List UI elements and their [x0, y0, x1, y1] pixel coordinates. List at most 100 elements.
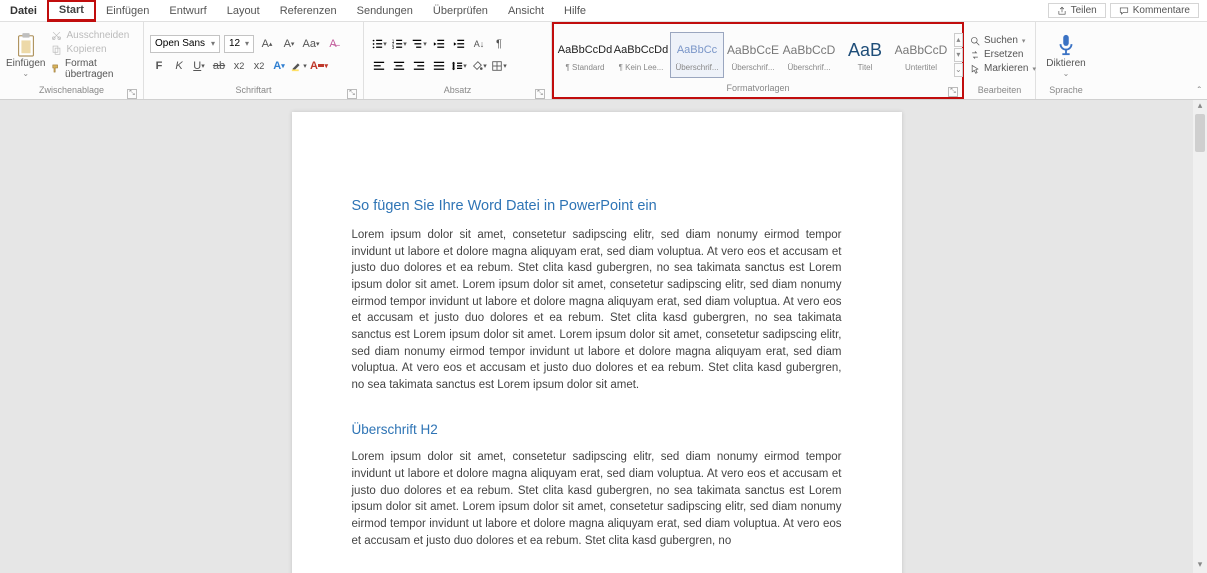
- align-justify-button[interactable]: [430, 57, 448, 75]
- font-launcher[interactable]: ⤡: [347, 89, 357, 99]
- group-editing: Suchen▾ Ersetzen Markieren▾ Bearbeiten: [964, 22, 1036, 99]
- borders-button[interactable]: ▾: [490, 57, 508, 75]
- scroll-up-button[interactable]: ▴: [1193, 100, 1207, 114]
- ribbon: Einfügen ⌄ Ausschneiden Kopieren Format …: [0, 22, 1207, 100]
- styles-scroll-up[interactable]: ▴: [954, 33, 963, 47]
- tab-layout[interactable]: Layout: [217, 0, 270, 22]
- style-preview: AaB: [848, 37, 882, 63]
- group-label-dictate: Sprache: [1049, 85, 1083, 95]
- cursor-icon: [970, 64, 980, 74]
- italic-button[interactable]: K: [170, 57, 188, 75]
- styles-expand[interactable]: ⌄: [954, 63, 963, 77]
- styles-scroll-down[interactable]: ▾: [954, 48, 963, 62]
- multilevel-button[interactable]: ▾: [410, 35, 428, 53]
- style-label: Untertitel: [895, 63, 947, 72]
- font-name-combo[interactable]: Open Sans▾: [150, 35, 220, 53]
- group-label-styles: Formatvorlagen: [726, 83, 789, 93]
- tab-überprüfen[interactable]: Überprüfen: [423, 0, 498, 22]
- tab-referenzen[interactable]: Referenzen: [270, 0, 347, 22]
- indent-dec-button[interactable]: [430, 35, 448, 53]
- cut-button[interactable]: Ausschneiden: [51, 30, 137, 41]
- style-preview: AaBbCcD: [895, 37, 948, 63]
- heading-1[interactable]: So fügen Sie Ihre Word Datei in PowerPoi…: [352, 196, 842, 217]
- brush-icon: [51, 63, 61, 74]
- indent-inc-button[interactable]: [450, 35, 468, 53]
- bold-button[interactable]: F: [150, 57, 168, 75]
- borders-icon: [491, 60, 503, 72]
- style-item-1[interactable]: AaBbCcDd¶ Kein Lee...: [614, 32, 668, 78]
- scroll-down-button[interactable]: ▾: [1193, 559, 1207, 573]
- bullets-button[interactable]: ▾: [370, 35, 388, 53]
- clear-format-button[interactable]: A̶: [324, 35, 342, 53]
- style-item-0[interactable]: AaBbCcDd¶ Standard: [558, 32, 612, 78]
- align-right-button[interactable]: [410, 57, 428, 75]
- tab-entwurf[interactable]: Entwurf: [159, 0, 216, 22]
- comment-icon: [1119, 6, 1129, 16]
- style-item-6[interactable]: AaBbCcDUntertitel: [894, 32, 948, 78]
- collapse-ribbon-button[interactable]: ˆ: [1198, 86, 1201, 97]
- line-spacing-button[interactable]: ▾: [450, 57, 468, 75]
- paste-button[interactable]: Einfügen ⌄: [6, 32, 45, 78]
- share-button[interactable]: Teilen: [1048, 3, 1106, 18]
- shading-button[interactable]: ▾: [470, 57, 488, 75]
- align-left-button[interactable]: [370, 57, 388, 75]
- page[interactable]: So fügen Sie Ihre Word Datei in PowerPoi…: [292, 112, 902, 573]
- grow-font-button[interactable]: A▴: [258, 35, 276, 53]
- font-color-button[interactable]: A▾: [310, 57, 328, 75]
- tab-ansicht[interactable]: Ansicht: [498, 0, 554, 22]
- tab-einfügen[interactable]: Einfügen: [96, 0, 159, 22]
- style-label: ¶ Standard: [559, 63, 611, 72]
- scroll-thumb[interactable]: [1195, 114, 1205, 152]
- heading-2[interactable]: Überschrift H2: [352, 420, 842, 440]
- svg-text:3: 3: [392, 45, 395, 50]
- paragraph-launcher[interactable]: ⤡: [535, 89, 545, 99]
- style-label: Überschrif...: [671, 63, 723, 72]
- style-label: ¶ Kein Lee...: [615, 63, 667, 72]
- underline-button[interactable]: U▾: [190, 57, 208, 75]
- group-label-editing: Bearbeiten: [978, 85, 1022, 95]
- styles-launcher[interactable]: ⤡: [948, 87, 958, 97]
- style-label: Titel: [839, 63, 891, 72]
- sort-button[interactable]: A↓: [470, 35, 488, 53]
- style-item-2[interactable]: AaBbCcÜberschrif...: [670, 32, 724, 78]
- font-size-combo[interactable]: 12▾: [224, 35, 254, 53]
- superscript-button[interactable]: x2: [250, 57, 268, 75]
- find-button[interactable]: Suchen▾: [970, 35, 1036, 46]
- menu-tabs: Datei StartEinfügenEntwurfLayoutReferenz…: [0, 0, 1207, 22]
- group-paragraph: ▾ 123▾ ▾ A↓ ¶ ▾ ▾ ▾ A: [364, 22, 552, 99]
- tab-hilfe[interactable]: Hilfe: [554, 0, 596, 22]
- document-area[interactable]: So fügen Sie Ihre Word Datei in PowerPoi…: [0, 100, 1193, 573]
- align-justify-icon: [433, 60, 445, 72]
- line-spacing-icon: [451, 60, 463, 72]
- select-button[interactable]: Markieren▾: [970, 63, 1036, 74]
- copy-button[interactable]: Kopieren: [51, 44, 137, 55]
- style-item-3[interactable]: AaBbCcEÜberschrif...: [726, 32, 780, 78]
- body-paragraph[interactable]: Lorem ipsum dolor sit amet, consetetur s…: [352, 227, 842, 394]
- group-font: Open Sans▾ 12▾ A▴ A▾ Aa▾ A̶ F K U▾ ab x2…: [144, 22, 364, 99]
- text-effects-button[interactable]: A▾: [270, 57, 288, 75]
- style-label: Überschrif...: [783, 63, 835, 72]
- microphone-icon: [1055, 32, 1077, 58]
- comments-button[interactable]: Kommentare: [1110, 3, 1199, 18]
- dictate-button[interactable]: Diktieren ⌄: [1046, 32, 1085, 78]
- show-marks-button[interactable]: ¶: [490, 35, 508, 53]
- align-center-button[interactable]: [390, 57, 408, 75]
- body-paragraph[interactable]: Lorem ipsum dolor sit amet, consetetur s…: [352, 449, 842, 549]
- tab-start[interactable]: Start: [47, 0, 96, 22]
- shrink-font-button[interactable]: A▾: [280, 35, 298, 53]
- vertical-scrollbar[interactable]: ▴ ▾: [1193, 100, 1207, 573]
- tab-sendungen[interactable]: Sendungen: [347, 0, 423, 22]
- clipboard-launcher[interactable]: ⤡: [127, 89, 137, 99]
- format-painter-button[interactable]: Format übertragen: [51, 58, 137, 80]
- strike-button[interactable]: ab: [210, 57, 228, 75]
- group-label-paragraph: Absatz: [444, 85, 472, 95]
- clipboard-icon: [15, 32, 37, 58]
- style-item-4[interactable]: AaBbCcDÜberschrif...: [782, 32, 836, 78]
- style-item-5[interactable]: AaBTitel: [838, 32, 892, 78]
- change-case-button[interactable]: Aa▾: [302, 35, 320, 53]
- replace-button[interactable]: Ersetzen: [970, 49, 1036, 60]
- numbering-button[interactable]: 123▾: [390, 35, 408, 53]
- highlight-button[interactable]: ▾: [290, 57, 308, 75]
- subscript-button[interactable]: x2: [230, 57, 248, 75]
- tab-file[interactable]: Datei: [0, 0, 47, 22]
